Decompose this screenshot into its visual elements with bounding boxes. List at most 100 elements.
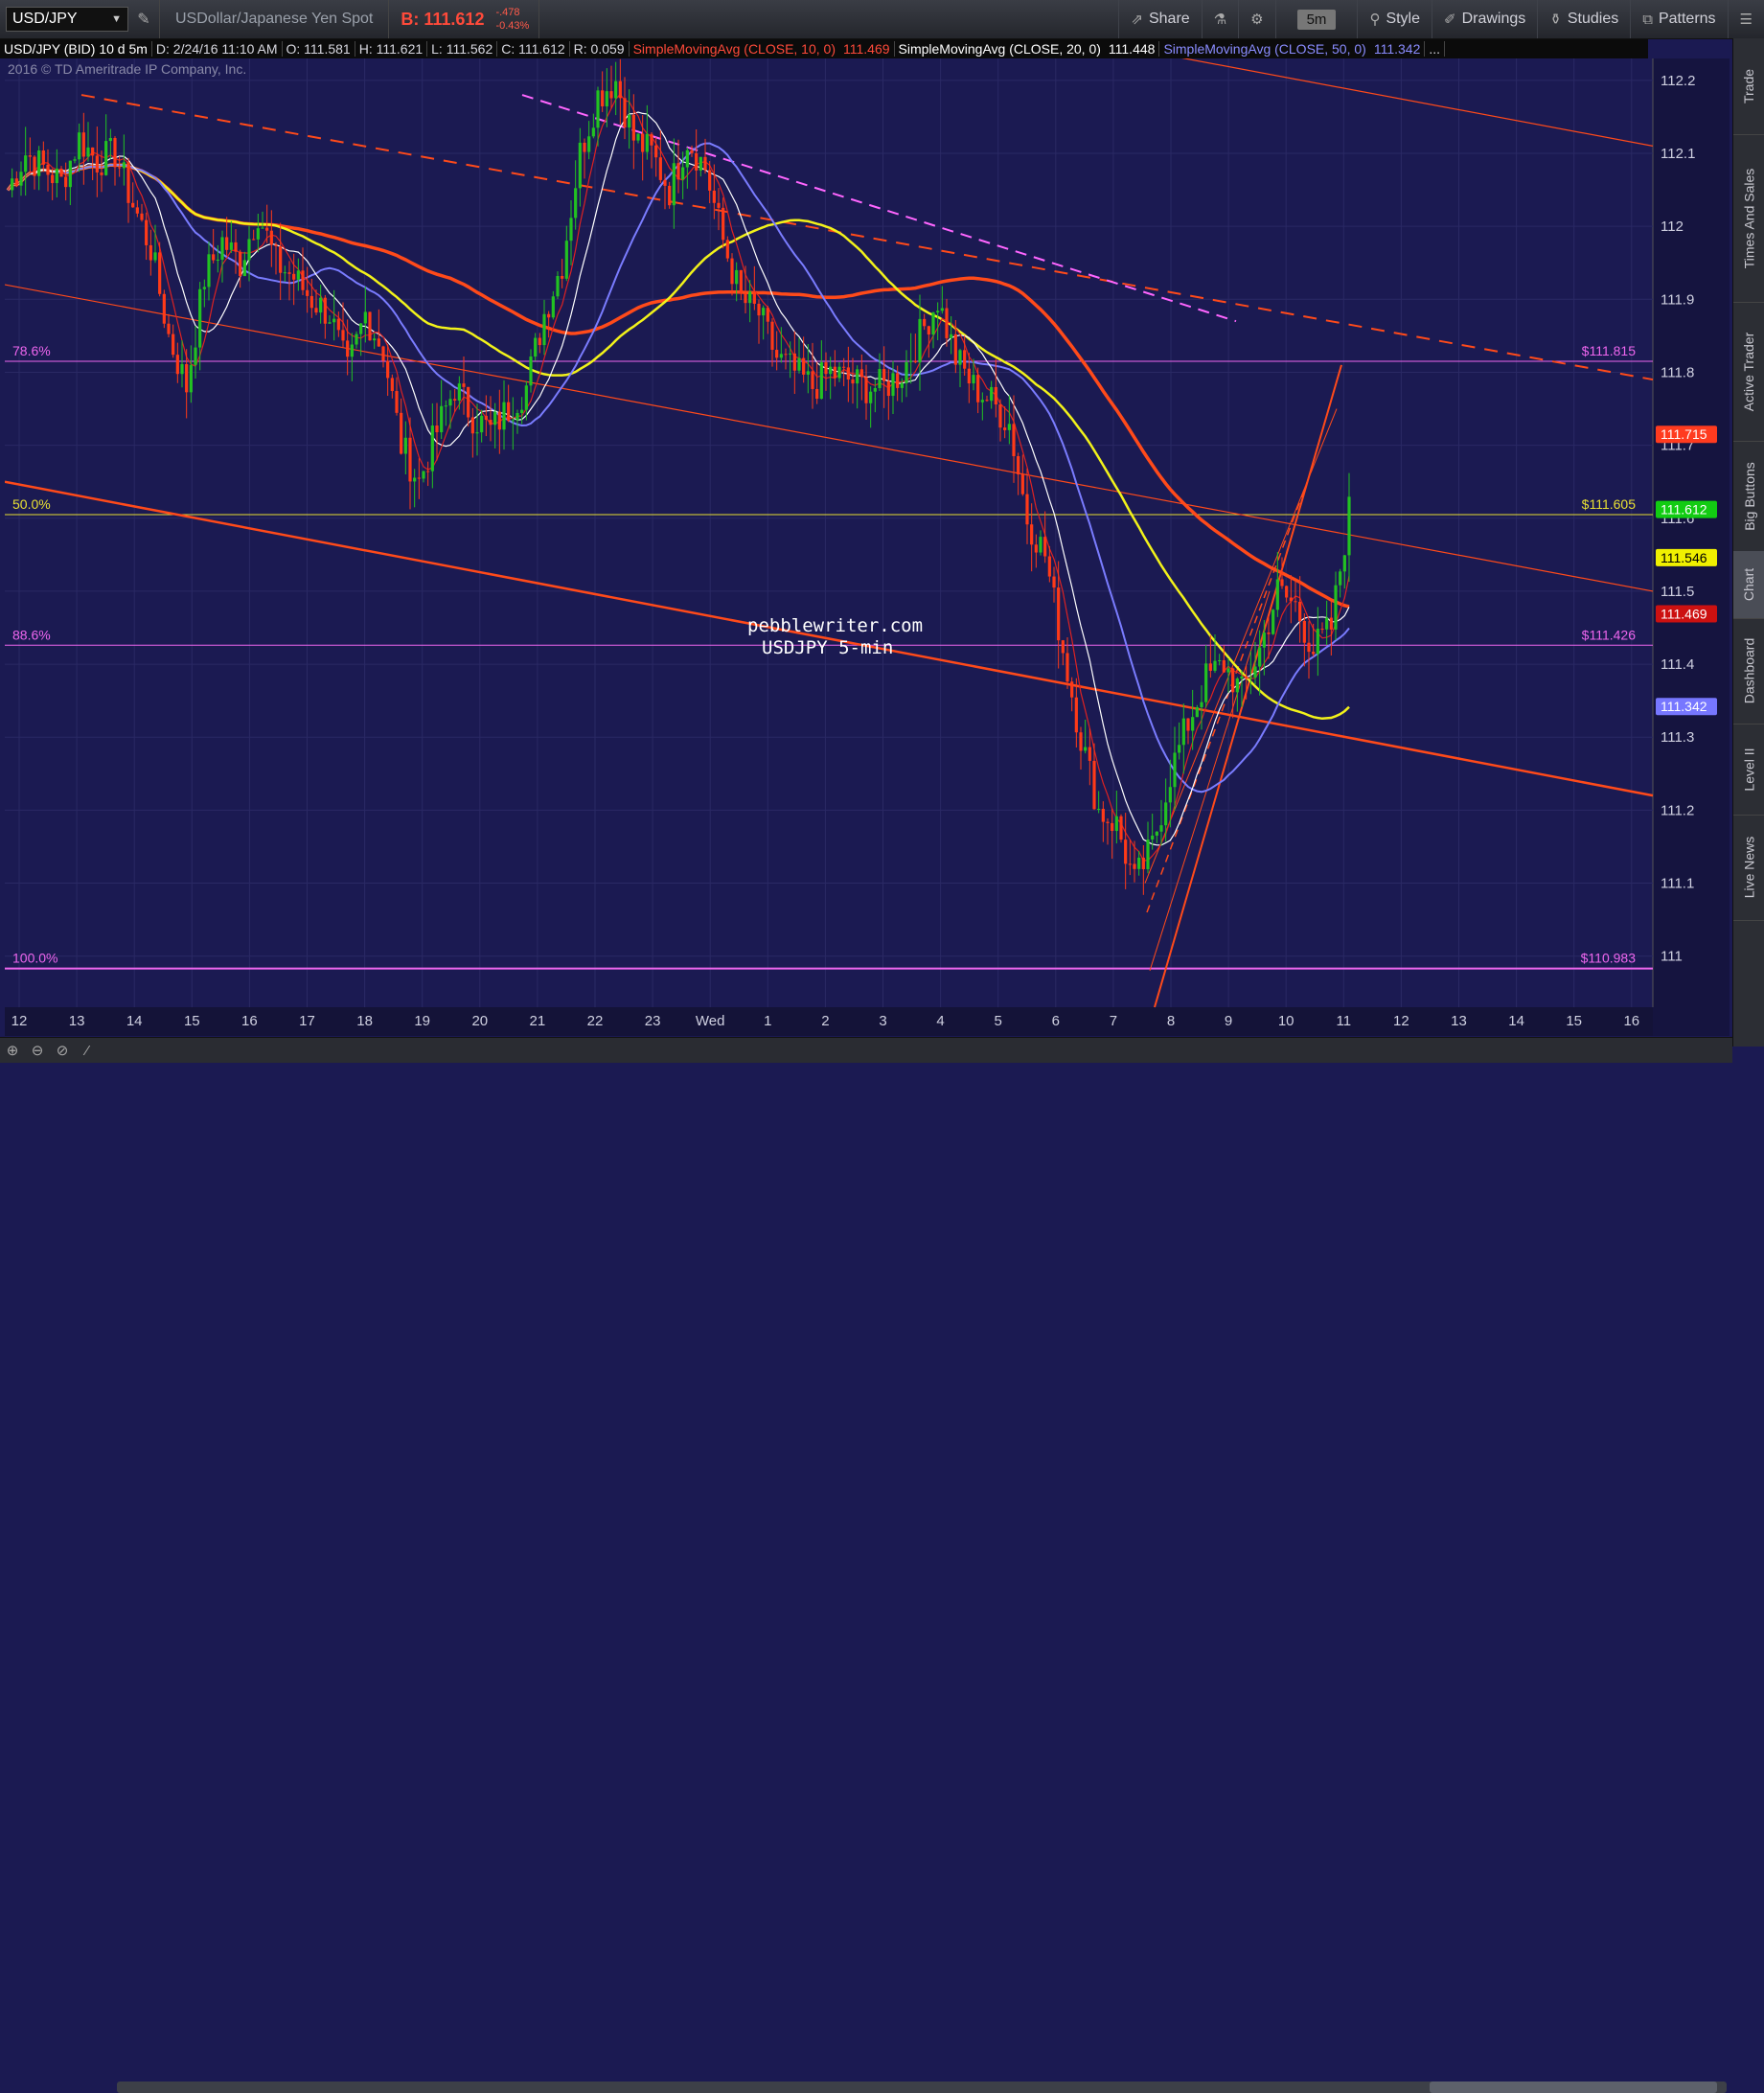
candle-body [980,400,984,402]
x-tick-label: 13 [69,1013,85,1029]
candle-body [1043,537,1047,557]
sidebar-tab-live-news[interactable]: Live News [1733,815,1764,921]
pencil-icon[interactable]: ✎ [128,4,159,34]
zoom-in-icon[interactable]: ⊕ [0,1042,25,1059]
sidebar-tab-label: Live News [1741,836,1757,899]
candle-body [1030,524,1034,545]
candle-body [587,136,591,152]
drawings-button[interactable]: ✐ Drawings [1432,0,1537,38]
pan-icon[interactable]: ⁄ [75,1043,100,1059]
candle-body [239,251,242,277]
candle-body [950,334,953,338]
horizontal-scrollbar[interactable] [117,2082,1727,2093]
candle-body [33,156,36,176]
candle-body [1003,427,1007,430]
x-tick-label: 17 [299,1013,315,1029]
x-tick-label: 15 [184,1013,200,1029]
candle-body [234,242,238,252]
candle-body [64,176,68,188]
candle-body [864,377,868,403]
candle-body [1088,747,1091,761]
fib-level-label: 88.6% [12,627,51,642]
sma10-label: SimpleMovingAvg (CLOSE, 10, 0) [632,41,836,57]
candle-body [909,360,913,362]
candle-body [994,386,997,405]
fib-level-label: 50.0% [12,496,51,512]
candle-body [1114,816,1118,832]
timeframe-selector[interactable]: 5m [1274,0,1358,38]
candle-body [185,363,189,393]
symbol-selector[interactable]: USD/JPY ▼ [6,7,128,32]
pen-icon: ✐ [1444,12,1456,28]
candle-body [73,159,77,161]
candle-body [735,269,739,285]
candle-body [86,147,90,157]
sidebar-tab-level-ii[interactable]: Level II [1733,724,1764,816]
sidebar-tab-dashboard[interactable]: Dashboard [1733,618,1764,724]
candle-body [261,227,264,229]
candle-body [175,355,179,375]
zoom-box-icon[interactable]: ⊘ [50,1042,75,1059]
candle-body [1325,617,1329,630]
sidebar-tab-trade[interactable]: Trade [1733,38,1764,135]
candle-body [574,188,578,218]
sidebar-tab-active-trader[interactable]: Active Trader [1733,302,1764,442]
candle-body [95,155,99,172]
scrollbar-thumb[interactable] [1430,2082,1717,2093]
candle-body [323,297,327,324]
price-change: -.478 -0.43% [495,0,540,38]
candle-body [462,383,466,387]
candle-body [556,276,560,297]
candle-body [797,357,801,371]
x-tick-label: 6 [1052,1013,1060,1029]
candle-body [873,387,877,392]
candle-body [931,312,935,335]
candle-body [945,308,949,338]
x-tick-label: 22 [587,1013,604,1029]
candle-body [373,338,377,341]
zoom-out-icon[interactable]: ⊖ [25,1042,50,1059]
candle-body [377,338,380,347]
sma50-label: SimpleMovingAvg (CLOSE, 50, 0) [1163,41,1366,57]
candle-body [1245,676,1249,678]
share-button[interactable]: ⇗ Share [1118,0,1201,38]
price-chart[interactable]: 12 13 14 15 16 17 18 19 20 21 22 23 Wed 1 2 3 4 5 6 7 8 9 10 11… [5,58,1730,1036]
sidebar-tab-times-and-sales[interactable]: Times And Sales [1733,134,1764,303]
x-tick-label: 12 [11,1013,28,1029]
sma20-value: 111.448 [1105,41,1160,57]
style-button[interactable]: ⚲ Style [1357,0,1432,38]
candle-body [19,172,23,186]
flask-button[interactable]: ⚗ [1201,0,1238,38]
x-tick-label: 23 [645,1013,661,1029]
candle-body [744,293,747,304]
chevron-down-icon[interactable]: ▼ [111,13,122,25]
more-studies[interactable]: ... [1425,41,1446,57]
candle-body [502,402,506,430]
candle-body [762,308,766,316]
menu-button[interactable]: ☰ [1727,0,1764,38]
candle-body [269,230,273,245]
candle-body [766,308,769,322]
candle-body [591,127,595,137]
x-tick-label: 15 [1566,1013,1582,1029]
candle-body [390,378,394,392]
candle-body [775,350,779,358]
candle-body [520,409,524,414]
y-tick-label: 112.1 [1661,146,1695,162]
candle-body [1181,718,1185,746]
studies-button[interactable]: ⚱ Studies [1537,0,1630,38]
candle-body [1316,629,1319,655]
candle-body [453,399,457,401]
candle-body [292,273,296,280]
settings-button[interactable]: ⚙ [1238,0,1274,38]
status-low: L: 111.562 [427,41,498,57]
sidebar-tab-big-buttons[interactable]: Big Buttons [1733,441,1764,552]
candle-body [578,142,582,189]
candle-body [730,258,734,285]
candle-body [811,371,814,389]
flask-icon: ⚗ [1213,12,1227,28]
sidebar-tab-chart[interactable]: Chart [1733,551,1764,619]
patterns-button[interactable]: ⧉ Patterns [1630,0,1727,38]
candle-body [172,334,175,356]
timeframe-label: 5m [1296,9,1337,30]
